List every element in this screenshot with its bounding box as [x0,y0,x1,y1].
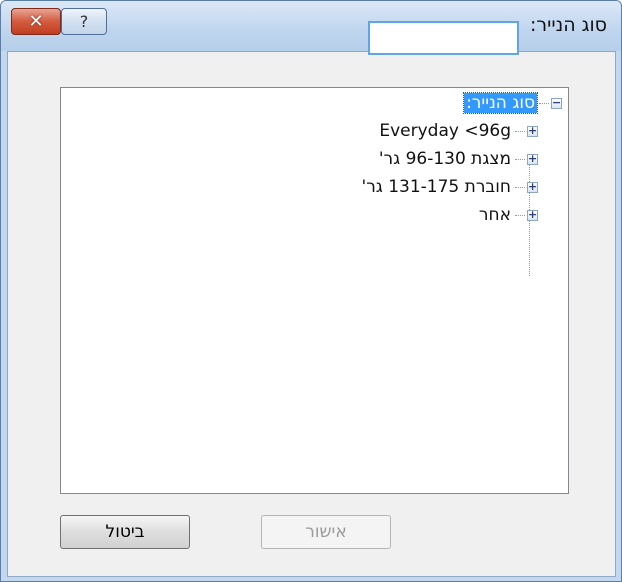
tree-connector [515,130,525,132]
expand-icon[interactable]: + [527,180,538,193]
cancel-button[interactable]: ביטול [60,515,190,549]
tree-item-brochure[interactable]: + חוברת 131-175 גר' [360,176,538,198]
tree-item-other[interactable]: + אחר [477,204,538,226]
close-icon: ✕ [28,11,44,32]
close-button[interactable]: ✕ [11,8,61,35]
selection-focus-frame [368,21,519,55]
dialog-body: − סוג הנייר: + Everyday <96g + מצגת 96-1… [7,51,616,577]
tree-root-item[interactable]: − סוג הנייר: [463,92,562,114]
ok-button[interactable]: אישור [261,515,391,549]
tree-item-presentation[interactable]: + מצגת 96-130 גר' [377,148,538,170]
tree-connector [515,158,525,160]
expand-icon[interactable]: + [527,124,538,137]
tree-item-label: אחר [478,205,511,225]
tree-item-label: חוברת 131-175 גר' [361,177,511,197]
help-icon: ? [79,12,89,31]
paper-type-tree[interactable]: − סוג הנייר: + Everyday <96g + מצגת 96-1… [60,87,569,494]
help-button[interactable]: ? [61,8,107,35]
expand-icon[interactable]: + [527,208,538,221]
tree-item-label: Everyday <96g [379,121,511,141]
title-bar: ✕ ? סוג הנייר: [1,1,621,51]
collapse-icon[interactable]: − [551,96,562,109]
tree-item-label: מצגת 96-130 גר' [378,149,511,169]
tree-root-label: סוג הנייר: [463,92,538,114]
tree-connector [515,214,525,216]
dialog-window: ✕ ? סוג הנייר: − סוג הנייר: + Everyday <… [0,0,622,582]
tree-connector [515,186,525,188]
window-title: סוג הנייר: [529,14,607,36]
tree-item-everyday[interactable]: + Everyday <96g [377,120,538,142]
tree-connector [539,102,549,104]
expand-icon[interactable]: + [527,152,538,165]
